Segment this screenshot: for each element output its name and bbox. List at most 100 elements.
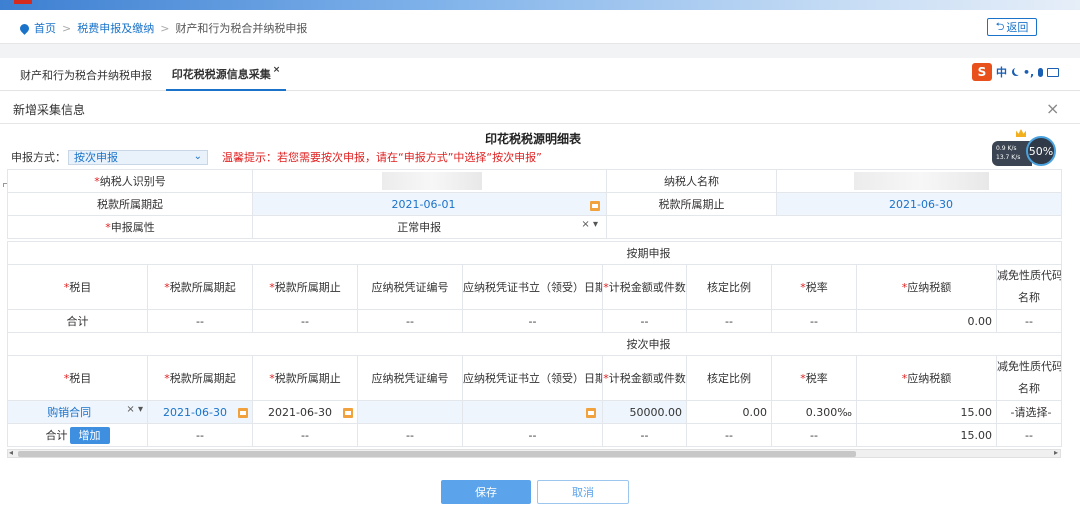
table-cell: -- <box>357 309 463 333</box>
brand-logo <box>14 0 32 4</box>
table-cell: -- <box>602 309 687 333</box>
add-row-button[interactable]: 增加 <box>69 426 110 444</box>
table-row: 购销合同 × ▾ 2021-06-30 2021-06-30 50000.00 0… <box>7 400 1063 424</box>
scroll-left-icon[interactable]: ◂ <box>9 448 13 457</box>
declare-attr-value: 正常申报 <box>397 221 442 234</box>
clear-icon[interactable]: × <box>126 404 134 415</box>
tab-label: 印花税税源信息采集 <box>171 67 271 81</box>
table-row: *纳税人识别号 纳税人名称 <box>7 169 1062 193</box>
calendar-icon[interactable] <box>343 407 353 418</box>
declare-attr-select[interactable]: 正常申报 × ▾ <box>252 215 607 239</box>
per-time-declaration-table: 按次申报 *税目 *税款所属期起 *税款所属期止 应纳税凭证编号 应纳税凭证书立… <box>6 332 1063 447</box>
table-cell: -- <box>771 309 857 333</box>
collection-panel: 新增采集信息 × 印花税税源明细表 申报方式： 按次申报 ⌄ 温馨提示：若您需要… <box>0 91 1080 532</box>
punctuation-icon[interactable]: •, <box>1023 66 1034 79</box>
caret-down-icon[interactable]: ▾ <box>138 404 143 415</box>
period-start-value: 2021-06-01 <box>391 197 456 211</box>
section-header-row: 按期申报 <box>6 241 1063 265</box>
per-time-start-field[interactable]: 2021-06-30 <box>147 400 253 424</box>
form-title: 印花税税源明细表 <box>484 132 581 146</box>
col-relief-code: 减免性质代码 <box>997 360 1062 373</box>
upload-speed: 0.9 K/s <box>996 145 1017 152</box>
ime-toolbar[interactable]: S 中 •, <box>972 63 1060 81</box>
col-period-end: *税款所属期止 <box>252 264 358 310</box>
per-time-end-field[interactable]: 2021-06-30 <box>252 400 358 424</box>
voucher-no-input[interactable] <box>357 400 463 424</box>
periodic-section-title: 按期申报 <box>6 241 1063 265</box>
col-amount-text: 计税金额或件数 <box>608 281 686 294</box>
panel-close-icon[interactable]: × <box>1046 99 1059 118</box>
scrollbar-thumb[interactable] <box>18 451 856 457</box>
cancel-button[interactable]: 取消 <box>537 480 629 504</box>
back-button[interactable]: ⮌ 返回 <box>987 18 1037 36</box>
breadcrumb-home-label[interactable]: 首页 <box>34 20 56 36</box>
moon-icon[interactable] <box>1014 67 1022 75</box>
declare-mode-label: 申报方式： <box>11 151 66 164</box>
scroll-right-icon[interactable]: ▸ <box>1054 448 1058 457</box>
empty-cell <box>606 215 1062 239</box>
tab-stamp-tax-collection[interactable]: 印花税税源信息采集 × <box>166 58 286 91</box>
col-amount: *计税金额或件数 <box>602 264 687 310</box>
breadcrumb-separator: > <box>62 21 72 35</box>
col-voucher-no: 应纳税凭证编号 <box>357 355 463 401</box>
table-cell: -- <box>462 423 603 447</box>
col-tax-payable-text: 应纳税额 <box>907 372 952 385</box>
col-period-end: *税款所属期止 <box>252 355 358 401</box>
tab-property-behavior-tax[interactable]: 财产和行为税合并纳税申报 <box>20 58 152 91</box>
declare-attr-controls[interactable]: × ▾ <box>581 219 598 230</box>
taxpayer-id-value <box>252 169 607 193</box>
col-tax-payable-text: 应纳税额 <box>907 281 952 294</box>
tab-close-icon[interactable]: × <box>273 65 281 75</box>
download-speed: 13.7 K/s <box>996 154 1021 161</box>
col-tax-payable: *应纳税额 <box>856 264 997 310</box>
table-cell: -- <box>995 423 1063 447</box>
voucher-date-field[interactable] <box>462 400 603 424</box>
horizontal-scrollbar[interactable]: ◂ ▸ <box>7 448 1061 458</box>
periodic-declaration-table: 按期申报 *税目 *税款所属期起 *税款所属期止 应纳税凭证编号 应纳税凭证书立… <box>6 241 1063 333</box>
table-cell: -- <box>357 423 463 447</box>
breadcrumb-tax-filing[interactable]: 税费申报及缴纳 <box>77 20 154 36</box>
col-tax-item-text: 税目 <box>69 372 92 385</box>
table-row: *申报属性 正常申报 × ▾ <box>7 215 1062 239</box>
col-ratio: 核定比例 <box>686 264 772 310</box>
calendar-icon[interactable] <box>238 407 248 418</box>
breadcrumb-home[interactable]: 首页 <box>18 20 56 36</box>
keyboard-icon[interactable] <box>1047 67 1060 77</box>
table-row: 合计 -- -- -- -- -- -- -- 0.00 -- <box>7 309 1063 333</box>
clear-icon[interactable]: × <box>581 219 589 230</box>
table-row: 合计 增加 -- -- -- -- -- -- -- 15.00 -- <box>7 423 1063 447</box>
period-start-field[interactable]: 2021-06-01 <box>252 192 607 216</box>
period-end-label: 税款所属期止 <box>606 192 777 216</box>
location-pin-icon <box>18 21 31 35</box>
relief-code-select[interactable]: -请选择- <box>995 400 1063 424</box>
table-cell: -- <box>147 309 253 333</box>
microphone-icon[interactable] <box>1038 67 1044 77</box>
top-banner <box>0 0 1080 10</box>
table-cell: -- <box>686 423 772 447</box>
col-period-end-text: 税款所属期止 <box>274 281 341 294</box>
period-end-field[interactable]: 2021-06-30 <box>776 192 1062 216</box>
tax-item-select[interactable]: 购销合同 × ▾ <box>7 400 148 424</box>
return-icon: ⮌ <box>995 19 1005 33</box>
chevron-down-icon: ⌄ <box>193 150 202 162</box>
declare-mode-value: 按次申报 <box>74 151 118 164</box>
panel-title: 新增采集信息 <box>13 103 86 117</box>
rate-value: 0.300‰ <box>771 400 857 424</box>
taxpayer-name-label: 纳税人名称 <box>606 169 777 193</box>
sogou-logo-icon[interactable]: S <box>972 63 992 81</box>
calendar-icon[interactable] <box>590 200 600 211</box>
column-header-row: *税目 *税款所属期起 *税款所属期止 应纳税凭证编号 应纳税凭证书立（领受）日… <box>7 355 1063 401</box>
ime-language-toggle[interactable]: 中 <box>996 64 1007 80</box>
network-speed-widget: 0.9 K/s 13.7 K/s 50% <box>992 129 1060 166</box>
calendar-icon[interactable] <box>586 407 596 418</box>
col-rate-text: 税率 <box>805 281 828 294</box>
col-voucher-date: 应纳税凭证书立（领受）日期 <box>462 264 603 310</box>
col-tax-payable: *应纳税额 <box>856 355 997 401</box>
declare-mode-row: 申报方式： 按次申报 ⌄ 温馨提示：若您需要按次申报，请在“申报方式”中选择“按… <box>11 149 542 165</box>
save-button[interactable]: 保存 <box>441 480 531 504</box>
tax-item-controls[interactable]: × ▾ <box>126 404 143 415</box>
caret-down-icon[interactable]: ▾ <box>593 219 598 230</box>
declare-mode-select[interactable]: 按次申报 ⌄ <box>68 149 208 165</box>
column-header-row: *税目 *税款所属期起 *税款所属期止 应纳税凭证编号 应纳税凭证书立（领受）日… <box>7 264 1063 310</box>
amount-input[interactable]: 50000.00 <box>602 400 687 424</box>
